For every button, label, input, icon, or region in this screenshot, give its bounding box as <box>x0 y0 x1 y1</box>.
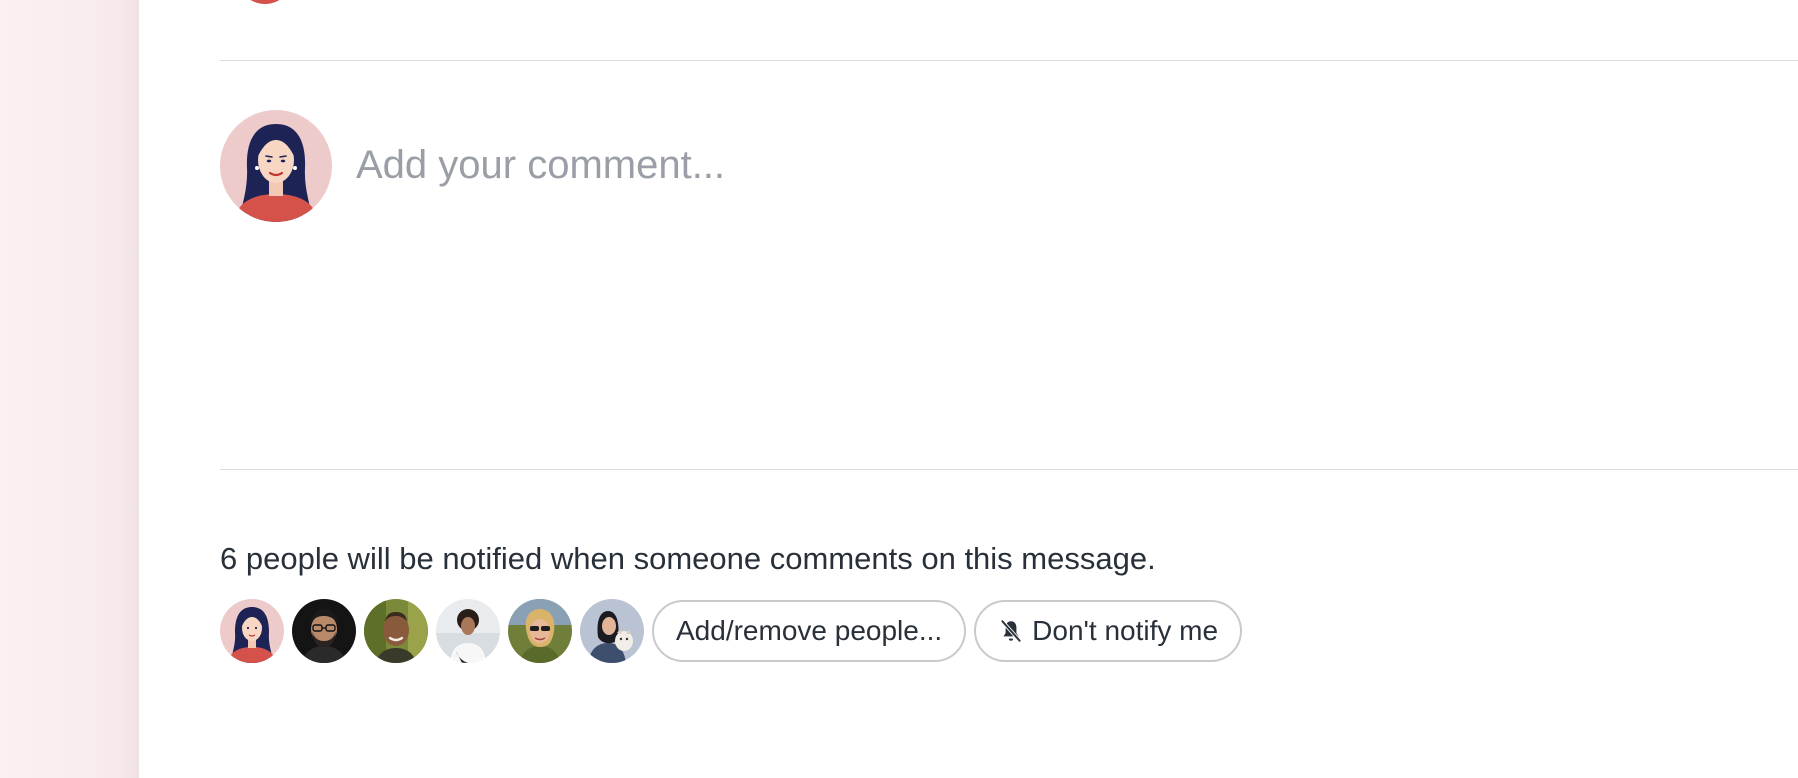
dont-notify-label: Don't notify me <box>1032 615 1219 646</box>
add-remove-people-label: Add/remove people... <box>676 615 943 646</box>
previous-comment-avatar <box>237 0 293 4</box>
left-sidebar-rail <box>0 0 139 778</box>
divider-top <box>220 60 1798 61</box>
dont-notify-button[interactable]: Don't notify me <box>974 600 1243 662</box>
current-user-avatar <box>220 110 332 222</box>
comment-input[interactable] <box>356 135 1656 195</box>
subscriber-avatar[interactable] <box>220 599 284 663</box>
add-remove-people-button[interactable]: Add/remove people... <box>652 600 967 662</box>
bell-slash-icon <box>1000 619 1022 643</box>
subscriber-avatar[interactable] <box>364 599 428 663</box>
subscriber-avatar[interactable] <box>508 599 572 663</box>
subscriber-avatar[interactable] <box>580 599 644 663</box>
notification-summary: 6 people will be notified when someone c… <box>220 541 1156 576</box>
subscribers-row: Add/remove people... Don't notify me <box>220 599 1250 663</box>
subscriber-avatar[interactable] <box>292 599 356 663</box>
subscriber-avatar[interactable] <box>436 599 500 663</box>
divider-bottom <box>220 469 1798 470</box>
